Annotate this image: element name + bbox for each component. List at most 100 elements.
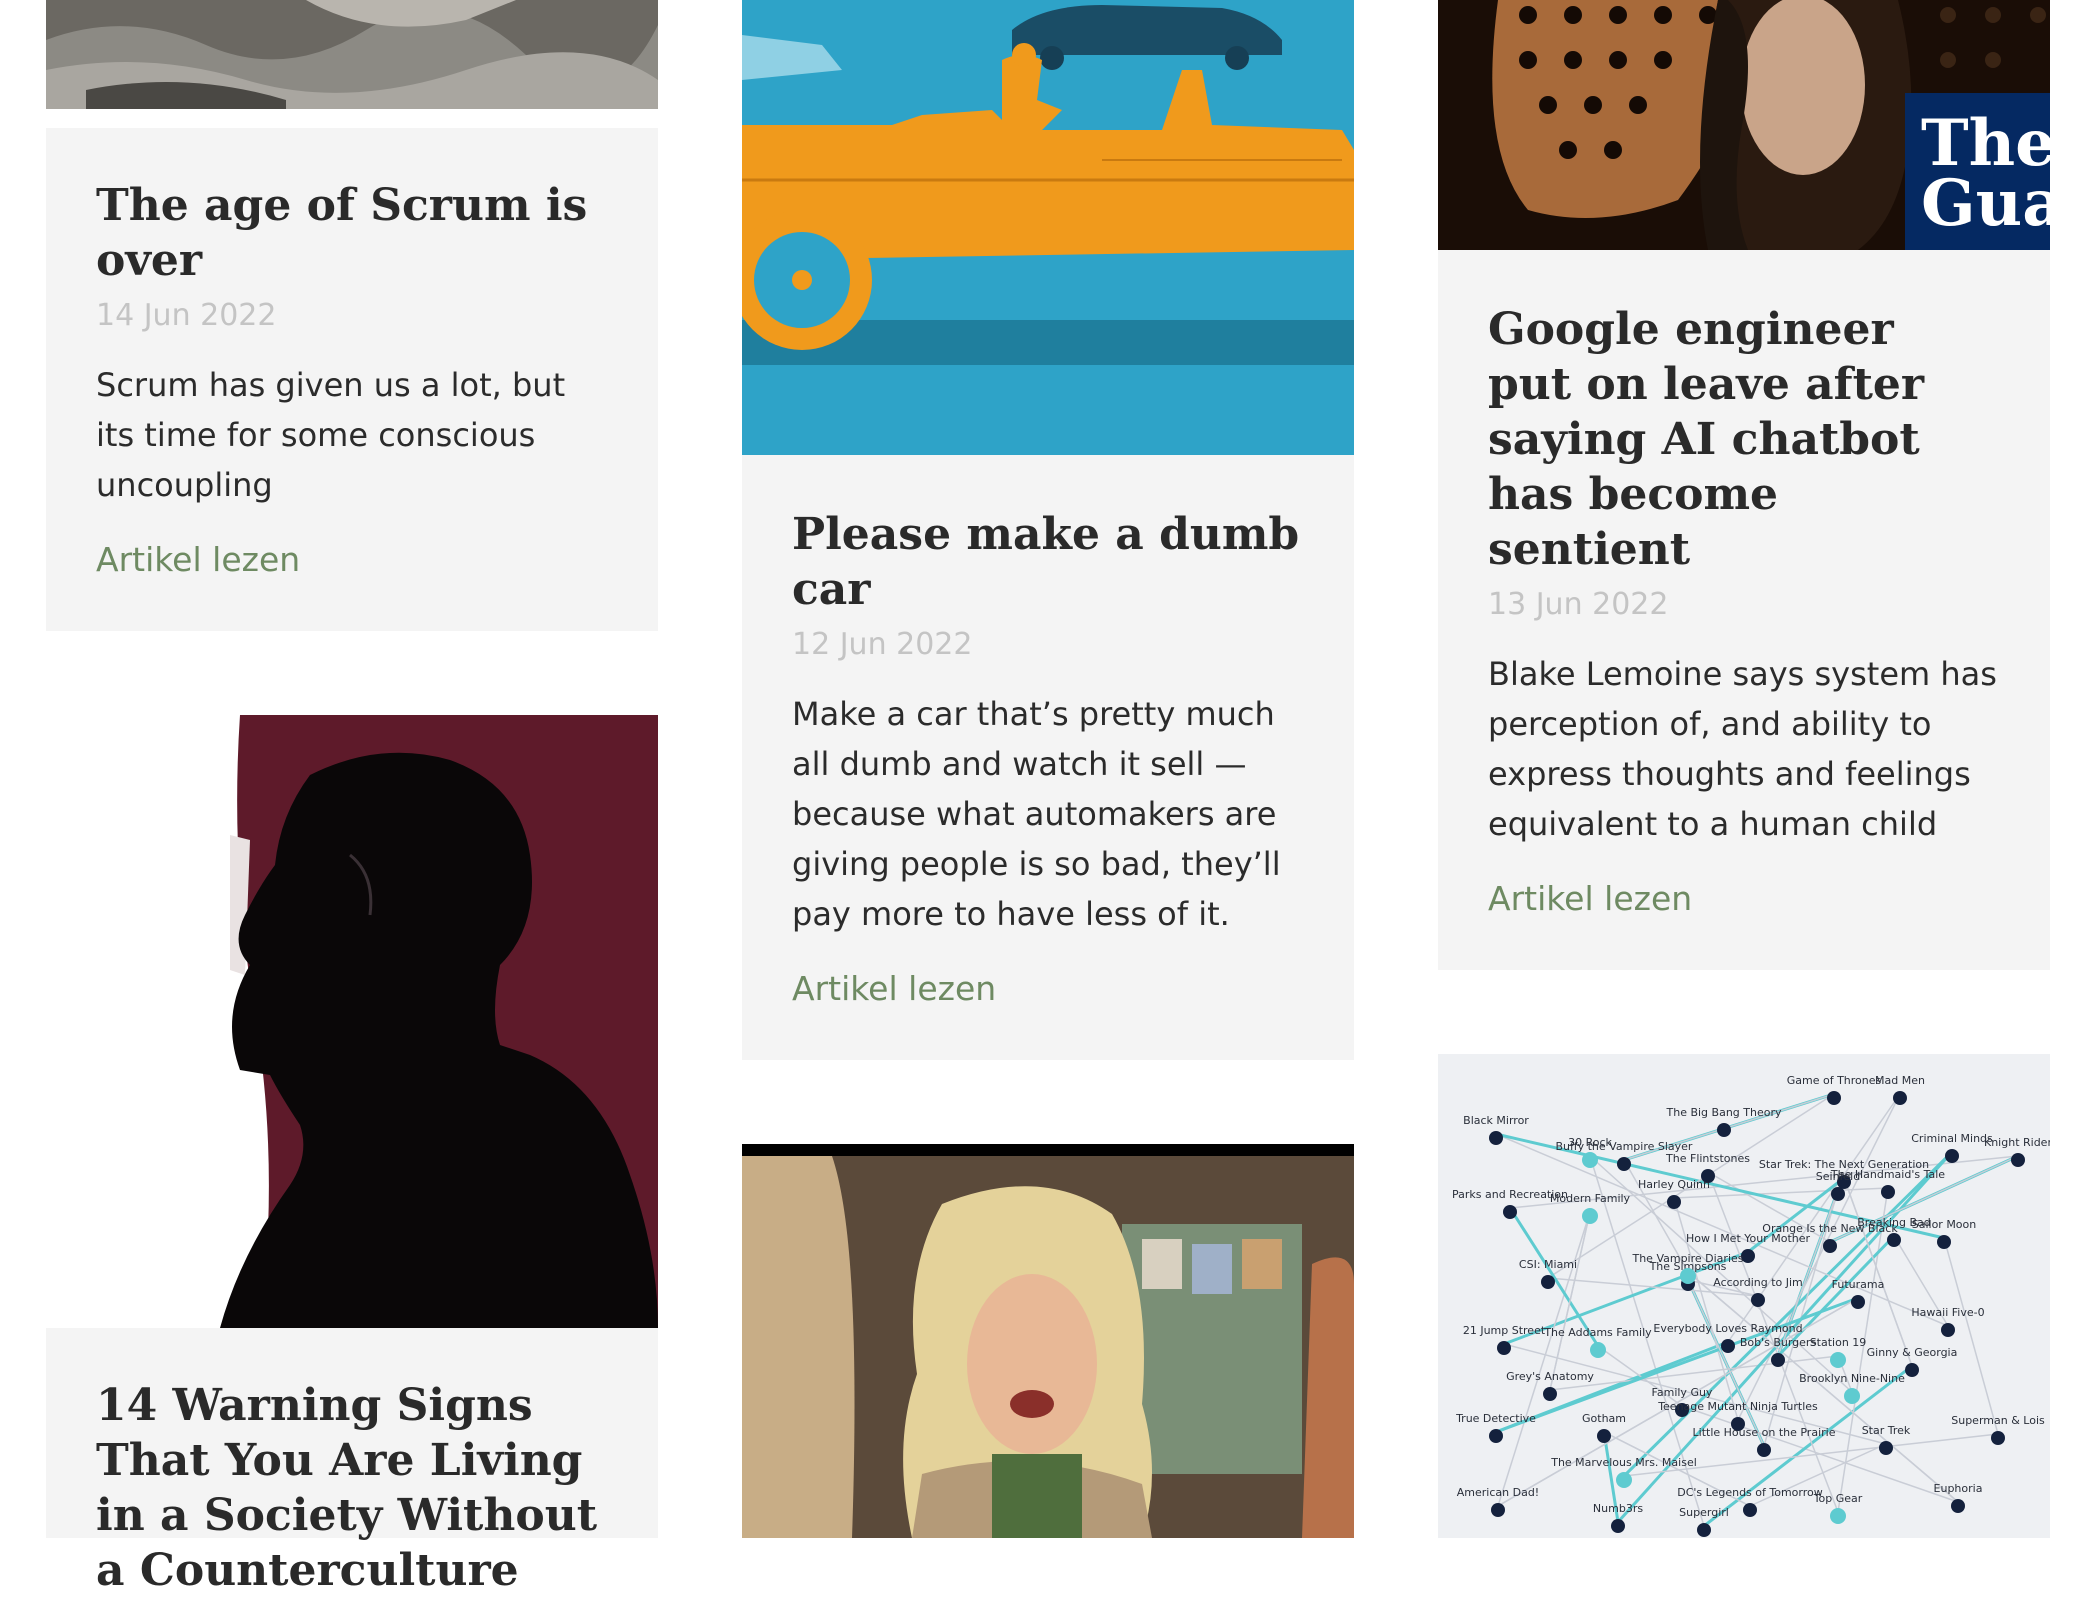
network-node-label: Top Gear — [1813, 1492, 1863, 1505]
network-node-label: 21 Jump Street — [1463, 1324, 1546, 1337]
article-title[interactable]: 14 Warning Signs That You Are Living in … — [96, 1378, 608, 1598]
network-node-label: American Dad! — [1457, 1486, 1539, 1499]
network-node — [1597, 1429, 1611, 1443]
network-node — [2011, 1153, 2025, 1167]
network-node — [1941, 1323, 1955, 1337]
network-node-label: Black Mirror — [1463, 1114, 1529, 1127]
network-node-label: According to Jim — [1713, 1276, 1803, 1289]
network-node — [1951, 1499, 1965, 1513]
network-node — [1827, 1091, 1841, 1105]
article-date: 12 Jun 2022 — [792, 627, 973, 662]
guardian-logo: The Guardian — [1905, 93, 2050, 250]
tv-network-article-image[interactable]: Game of Thrones Mad Men The Big Bang Theor… — [1438, 1054, 2050, 1538]
network-node — [1937, 1235, 1951, 1249]
network-node-label: The Addams Family — [1543, 1326, 1652, 1339]
network-node — [1771, 1353, 1785, 1367]
network-node-label: Futurama — [1832, 1278, 1885, 1291]
network-node-label: Gotham — [1582, 1412, 1626, 1425]
network-node-label: Sailor Moon — [1912, 1218, 1977, 1231]
network-node-label: Ginny & Georgia — [1867, 1346, 1958, 1359]
network-node-label: Family Guy — [1652, 1386, 1713, 1399]
article-title[interactable]: Please make a dumb car — [792, 507, 1304, 617]
network-node-label: Modern Family — [1550, 1192, 1631, 1205]
scrum-article-image[interactable] — [46, 0, 658, 109]
network-node — [1503, 1205, 1517, 1219]
network-node-label: The Big Bang Theory — [1666, 1106, 1782, 1119]
network-node — [1887, 1233, 1901, 1247]
network-node-label: Grey's Anatomy — [1506, 1370, 1594, 1383]
network-edge — [1589, 1155, 1705, 1527]
network-node — [1879, 1441, 1893, 1455]
network-node — [1831, 1187, 1845, 1201]
network-node — [1830, 1508, 1846, 1524]
network-node — [1905, 1363, 1919, 1377]
network-node — [1721, 1339, 1735, 1353]
network-node — [1893, 1091, 1907, 1105]
network-node — [1489, 1131, 1503, 1145]
network-node — [1751, 1293, 1765, 1307]
article-date: 13 Jun 2022 — [1488, 587, 1669, 622]
network-node-label: The Marvelous Mrs. Maisel — [1550, 1456, 1697, 1469]
counterculture-article-image[interactable] — [200, 715, 658, 1328]
network-node — [1945, 1149, 1959, 1163]
network-node-label: Hawaii Five-0 — [1911, 1306, 1984, 1319]
svg-text:Guardian: Guardian — [1921, 166, 2050, 241]
network-node — [1697, 1523, 1711, 1537]
network-node — [1743, 1503, 1757, 1517]
network-node — [1616, 1472, 1632, 1488]
network-node-label: True Detective — [1455, 1412, 1536, 1425]
network-node-label: Mad Men — [1875, 1074, 1925, 1087]
network-node — [1590, 1342, 1606, 1358]
network-node-label: Star Trek — [1862, 1424, 1911, 1437]
network-node-label: Superman & Lois — [1951, 1414, 2045, 1427]
network-node-label: Knight Rider — [1984, 1136, 2050, 1149]
network-node — [1823, 1239, 1837, 1253]
read-article-link[interactable]: Artikel lezen — [792, 969, 996, 1009]
network-node-label: DC's Legends of Tomorrow — [1677, 1486, 1823, 1499]
article-title[interactable]: Google engineer put on leave after sayin… — [1488, 302, 1968, 577]
video-article-image[interactable] — [742, 1144, 1354, 1538]
dumb-car-article-image[interactable] — [742, 0, 1354, 455]
network-node — [1611, 1519, 1625, 1533]
tv-show-network-graph: Game of ThronesMad Men The Big Bang Theor… — [1452, 1074, 2050, 1537]
article-excerpt: Make a car that’s pretty much all dumb a… — [792, 695, 1281, 933]
article-excerpt: Blake Lemoine says system has perception… — [1488, 655, 1997, 843]
network-node-label: The Handmaid's Tale — [1830, 1168, 1945, 1181]
network-node-label: Euphoria — [1934, 1482, 1983, 1495]
network-node — [1991, 1431, 2005, 1445]
network-node — [1717, 1123, 1731, 1137]
read-article-link[interactable]: Artikel lezen — [1488, 879, 1692, 919]
network-node — [1680, 1268, 1696, 1284]
network-edge — [1549, 1211, 1591, 1391]
network-node — [1489, 1429, 1503, 1443]
network-edge — [1943, 1237, 1999, 1435]
network-node-label: Station 19 — [1810, 1336, 1867, 1349]
network-node — [1851, 1295, 1865, 1309]
network-node — [1582, 1152, 1598, 1168]
article-card-counterculture: 14 Warning Signs That You Are Living in … — [46, 1328, 658, 1596]
network-node-label: Everybody Loves Raymond — [1653, 1322, 1802, 1335]
article-title[interactable]: The age of Scrum is over — [96, 178, 608, 288]
network-node-label: Game of Thrones — [1787, 1074, 1882, 1087]
network-node — [1491, 1503, 1505, 1517]
network-node-label: Little House on the Prairie — [1693, 1426, 1836, 1439]
network-node-label: Supergirl — [1679, 1506, 1729, 1519]
network-node — [1617, 1157, 1631, 1171]
article-excerpt: Scrum has given us a lot, but its time f… — [96, 366, 566, 504]
network-node — [1757, 1443, 1771, 1457]
article-card-dumb-car: Please make a dumb car 12 Jun 2022 Make … — [742, 455, 1354, 1060]
read-article-link[interactable]: Artikel lezen — [96, 540, 300, 580]
network-node — [1541, 1275, 1555, 1289]
network-node — [1497, 1341, 1511, 1355]
network-node-label: Bob's Burgers — [1740, 1336, 1817, 1349]
network-node-label: CSI: Miami — [1519, 1258, 1577, 1271]
network-node-label: How I Met Your Mother — [1686, 1232, 1811, 1245]
network-node-label: Criminal Minds — [1911, 1132, 1993, 1145]
network-node — [1881, 1185, 1895, 1199]
network-node — [1844, 1388, 1860, 1404]
article-card-google: Google engineer put on leave after sayin… — [1438, 250, 2050, 970]
guardian-article-image[interactable]: The Guardian — [1438, 0, 2050, 250]
network-node-label: The Flintstones — [1665, 1152, 1750, 1165]
article-card-scrum: The age of Scrum is over 14 Jun 2022 Scr… — [46, 128, 658, 631]
network-node-label: The Vampire Diaries — [1631, 1252, 1743, 1265]
